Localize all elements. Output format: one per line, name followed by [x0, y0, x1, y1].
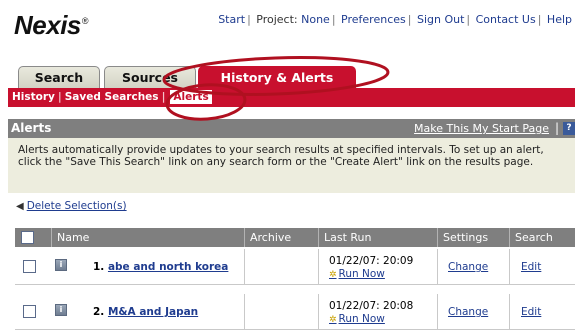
subnav-alerts[interactable]: Alerts — [169, 89, 213, 105]
project-label: Project: — [256, 13, 298, 26]
table-row: i 2. M&A and Japan 01/22/07: 20:08 ✲ Run N… — [15, 294, 575, 330]
cell-divider — [437, 249, 438, 285]
section-divider: | — [554, 121, 559, 135]
cell-divider — [244, 294, 245, 330]
alerts-section-header: Alerts Make This My Start Page | ? — [8, 119, 575, 138]
cell-divider — [244, 249, 245, 285]
edit-search-link[interactable]: Edit — [521, 306, 541, 318]
alerts-table-header: Name Archive Last Run Settings Search — [15, 228, 575, 247]
star-icon: ✲ — [329, 270, 337, 280]
cell-divider — [437, 294, 438, 330]
col-name[interactable]: Name — [51, 228, 244, 247]
help-icon[interactable]: ? — [563, 122, 575, 135]
sign-out-link[interactable]: Sign Out — [417, 13, 464, 26]
delete-selection-link[interactable]: ◀ Delete Selection(s) — [16, 200, 127, 212]
sub-navigation: History | Saved Searches | Alerts — [8, 88, 575, 107]
subnav-saved-searches[interactable]: Saved Searches — [65, 91, 159, 103]
last-run-time: 01/22/07: 20:09 — [329, 255, 414, 267]
delete-selection-label: Delete Selection(s) — [26, 200, 127, 212]
alert-name-link[interactable]: M&A and Japan — [108, 306, 198, 318]
last-run: 01/22/07: 20:08 ✲ Run Now — [329, 300, 413, 327]
col-archive[interactable]: Archive — [244, 228, 318, 247]
tab-sources[interactable]: Sources — [104, 66, 196, 88]
cell-divider — [509, 294, 510, 330]
last-run-time: 01/22/07: 20:08 — [329, 300, 414, 312]
cell-divider — [318, 249, 319, 285]
col-search[interactable]: Search — [509, 228, 575, 247]
info-icon[interactable]: i — [55, 304, 67, 316]
alert-name: 1. abe and north korea — [93, 261, 229, 273]
col-last-run[interactable]: Last Run — [318, 228, 437, 247]
subnav-history[interactable]: History — [12, 91, 55, 103]
alert-name-link[interactable]: abe and north korea — [108, 261, 228, 273]
nexis-logo: Nexis® — [14, 10, 89, 40]
info-icon[interactable]: i — [55, 259, 67, 271]
last-run: 01/22/07: 20:09 ✲ Run Now — [329, 255, 413, 282]
select-all-checkbox[interactable] — [21, 231, 34, 244]
change-settings-link[interactable]: Change — [448, 261, 488, 273]
cell-divider — [318, 294, 319, 330]
tab-history-alerts[interactable]: History & Alerts — [198, 66, 356, 89]
alert-name: 2. M&A and Japan — [93, 306, 199, 318]
star-icon: ✲ — [329, 315, 337, 325]
row-checkbox[interactable] — [23, 260, 36, 273]
run-now-link[interactable]: ✲ Run Now — [329, 313, 385, 325]
make-start-page-link[interactable]: Make This My Start Page — [414, 119, 549, 138]
start-link[interactable]: Start — [218, 13, 245, 26]
main-tabs: Search Sources History & Alerts — [18, 66, 575, 89]
section-title: Alerts — [11, 121, 52, 135]
contact-us-link[interactable]: Contact Us — [476, 13, 536, 26]
arrow-icon: ◀ — [16, 201, 24, 212]
top-links: Start | Project: None | Preferences | Sign … — [218, 13, 572, 26]
table-row: i 1. abe and north korea 01/22/07: 20:09… — [15, 249, 575, 285]
edit-search-link[interactable]: Edit — [521, 261, 541, 273]
preferences-link[interactable]: Preferences — [341, 13, 406, 26]
alerts-description: Alerts automatically provide updates to … — [8, 138, 575, 193]
cell-divider — [509, 249, 510, 285]
change-settings-link[interactable]: Change — [448, 306, 488, 318]
row-checkbox[interactable] — [23, 305, 36, 318]
run-now-link[interactable]: ✲ Run Now — [329, 268, 385, 280]
tab-search[interactable]: Search — [18, 66, 100, 88]
project-link[interactable]: None — [301, 13, 330, 26]
col-settings[interactable]: Settings — [437, 228, 509, 247]
help-link[interactable]: Help — [547, 13, 572, 26]
